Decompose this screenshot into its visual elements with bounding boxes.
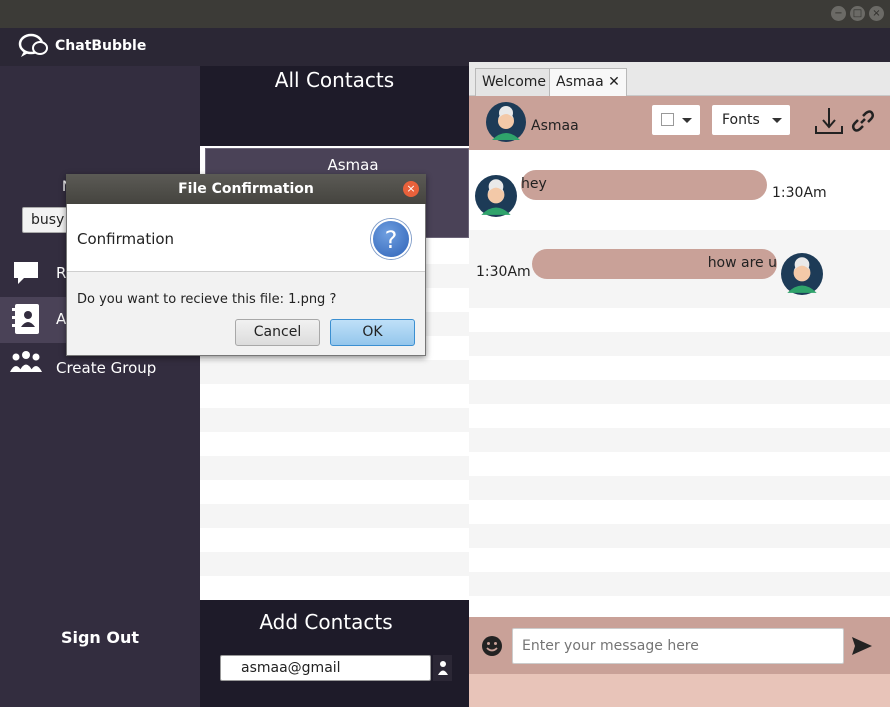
message-avatar: [781, 253, 823, 295]
sign-out-button[interactable]: Sign Out: [0, 628, 200, 647]
dialog-message: Do you want to recieve this file: 1.png …: [77, 292, 337, 307]
message-text: how are u: [707, 255, 777, 271]
sidebar-item-label: A: [56, 310, 67, 328]
chat-footer: [469, 674, 890, 707]
tab-label: Welcome: [482, 74, 547, 90]
close-tab-icon[interactable]: ✕: [608, 74, 620, 90]
app-name: ChatBubble: [55, 38, 147, 54]
message-avatar: [475, 175, 517, 217]
message-stripe: [469, 572, 890, 596]
add-contacts-title: Add Contacts: [259, 610, 393, 634]
ok-button[interactable]: OK: [330, 319, 415, 346]
tab-label: Asmaa: [556, 74, 604, 90]
list-stripe: [200, 408, 469, 432]
list-stripe: [200, 552, 469, 576]
message-time: 1:30Am: [772, 185, 827, 201]
chatbubble-logo-icon: [18, 33, 48, 57]
message-bubble[interactable]: hey: [521, 170, 767, 200]
sidebar-item-label: Create Group: [56, 359, 157, 377]
contacts-title: All Contacts: [274, 68, 395, 92]
cancel-button[interactable]: Cancel: [235, 319, 320, 346]
close-window-icon[interactable]: ×: [869, 6, 884, 21]
message-bubble[interactable]: how are u: [532, 249, 777, 279]
dialog-title: File Confirmation: [178, 181, 314, 197]
attach-link-icon[interactable]: [850, 108, 876, 134]
chevron-down-icon: [682, 118, 692, 123]
minimize-icon[interactable]: −: [831, 6, 846, 21]
send-icon[interactable]: [851, 636, 873, 656]
message-input[interactable]: [512, 628, 844, 664]
chat-icon: [14, 262, 38, 284]
download-icon[interactable]: [814, 106, 844, 136]
fonts-select[interactable]: Fonts: [712, 105, 790, 135]
window-titlebar: [0, 0, 890, 28]
dialog-heading: Confirmation: [77, 230, 175, 248]
chat-contact-name: Asmaa: [531, 118, 579, 134]
message-stripe: [469, 428, 890, 452]
message-text: hey: [521, 176, 547, 192]
list-stripe: [200, 504, 469, 528]
maximize-icon[interactable]: □: [850, 6, 865, 21]
message-stripe: [469, 476, 890, 500]
add-contact-email-input[interactable]: asmaa@gmail: [220, 655, 431, 681]
contact-name: Asmaa: [327, 156, 379, 174]
fonts-select-value: Fonts: [722, 112, 760, 128]
add-user-icon: [437, 661, 448, 675]
message-time: 1:30Am: [476, 264, 531, 280]
chevron-down-icon: [772, 118, 782, 123]
tab-asmaa[interactable]: Asmaa ✕: [549, 68, 627, 96]
group-icon: [10, 351, 42, 372]
message-stripe: [469, 524, 890, 548]
list-stripe: [200, 360, 469, 384]
message-stripe: [469, 380, 890, 404]
question-icon: ?: [371, 219, 411, 259]
tab-welcome[interactable]: Welcome: [475, 68, 554, 96]
contact-avatar: [486, 102, 526, 142]
message-stripe: [469, 332, 890, 356]
address-book-icon: [12, 304, 39, 334]
status-select[interactable]: busy: [22, 207, 70, 233]
sidebar-item-label: R: [56, 264, 67, 282]
close-icon[interactable]: ×: [403, 181, 419, 197]
emoji-icon[interactable]: [481, 635, 503, 657]
color-picker[interactable]: [652, 105, 700, 135]
color-swatch: [661, 113, 674, 126]
list-stripe: [200, 456, 469, 480]
add-contact-button[interactable]: [433, 655, 452, 681]
